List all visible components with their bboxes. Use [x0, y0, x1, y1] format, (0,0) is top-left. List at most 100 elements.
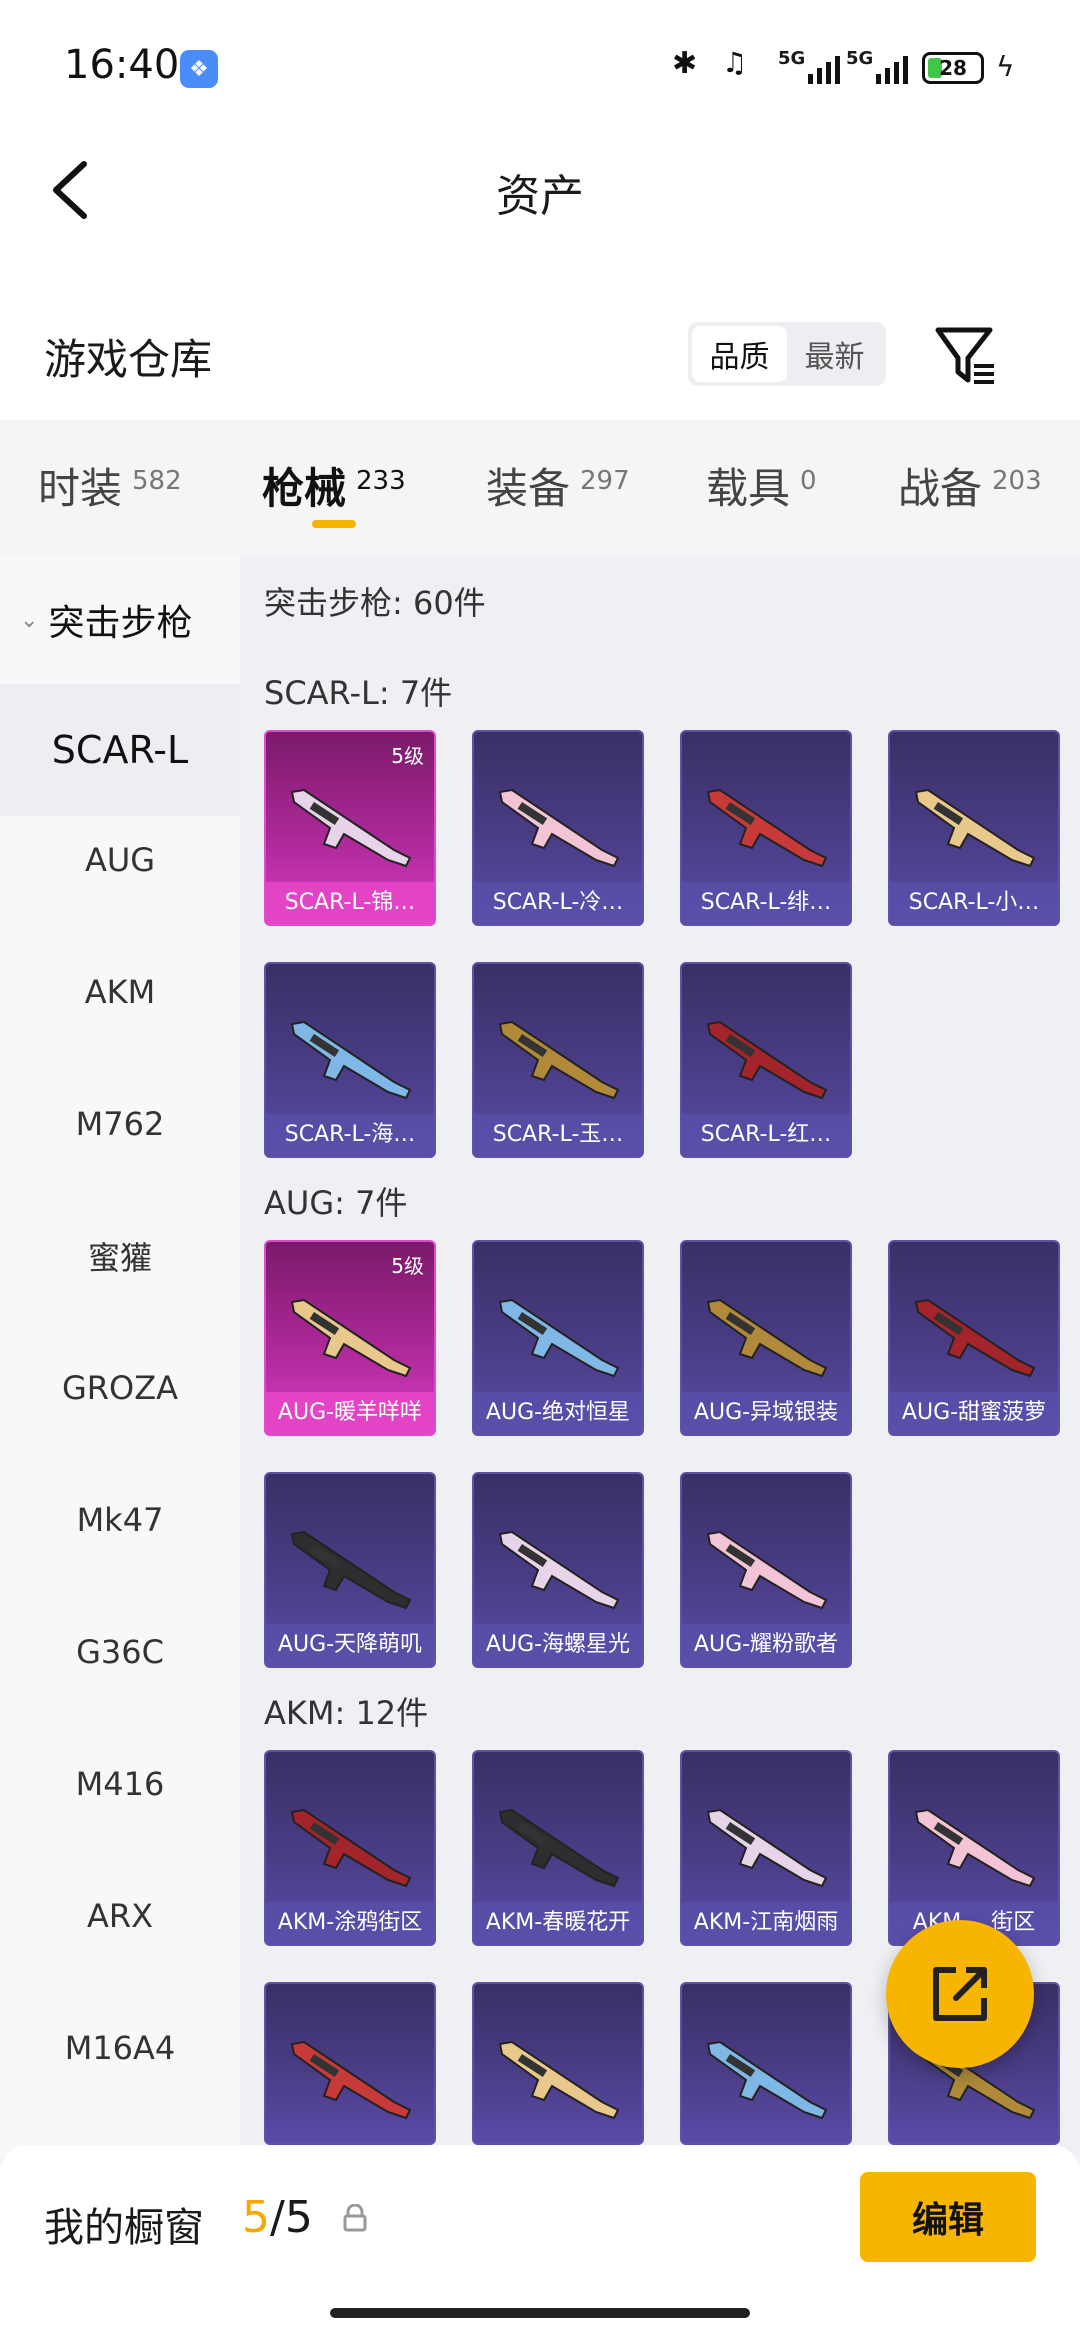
sidebar-item-weapon[interactable]: 蜜獾: [0, 1212, 240, 1300]
weapon-skin-card[interactable]: [472, 1982, 644, 2145]
skin-name: AKM-春暖花开: [474, 1902, 642, 1944]
tab-fashion[interactable]: 时装 582: [38, 455, 182, 516]
skin-name: AUG-甜蜜菠萝: [890, 1392, 1058, 1434]
section-title: AKM: 12件: [264, 1694, 429, 1732]
showcase-current: 5: [242, 2192, 270, 2243]
sidebar-category-label: 突击步枪: [48, 603, 193, 644]
skin-name: AKM-涂鸦街区: [266, 1902, 434, 1944]
weapon-skin-card[interactable]: SCAR-L-红…: [680, 962, 852, 1158]
skin-level-badge: 5级: [391, 744, 424, 768]
weapon-skin-card[interactable]: AKM-江南烟雨: [680, 1750, 852, 1946]
sidebar-item-weapon[interactable]: AKM: [0, 948, 240, 1036]
showcase-max: 5: [284, 2192, 313, 2243]
weapon-skin-card[interactable]: SCAR-L-冷…: [472, 730, 644, 926]
active-tab-indicator: [312, 520, 356, 528]
rifle-icon: [914, 1298, 1036, 1378]
weapon-skin-card[interactable]: SCAR-L-绯…: [680, 730, 852, 926]
filter-button[interactable]: [930, 320, 1002, 392]
weapon-skin-card[interactable]: 5级 SCAR-L-锦…: [264, 730, 436, 926]
section-title: AUG: 7件: [264, 1184, 408, 1222]
skin-name: AUG-暖羊咩咩: [266, 1392, 434, 1434]
skin-name: SCAR-L-红…: [682, 1114, 850, 1156]
sidebar-item-weapon[interactable]: M16A4: [0, 2004, 240, 2092]
lock-icon: [342, 2203, 368, 2232]
skin-level-badge: 5级: [391, 1254, 424, 1278]
skin-name: SCAR-L-海…: [266, 1114, 434, 1156]
sidebar-item-weapon[interactable]: AUG: [0, 816, 240, 904]
weapon-skin-card[interactable]: AKM-春暖花开: [472, 1750, 644, 1946]
weapon-skin-card[interactable]: AUG-绝对恒星: [472, 1240, 644, 1436]
weapon-skin-card[interactable]: AUG-甜蜜菠萝: [888, 1240, 1060, 1436]
sort-latest-button[interactable]: 最新: [787, 326, 882, 382]
skin-name: SCAR-L-玉…: [474, 1114, 642, 1156]
showcase-label: 我的橱窗: [44, 2205, 204, 2251]
weapon-skin-card[interactable]: AUG-异域银装: [680, 1240, 852, 1436]
weapon-skin-card[interactable]: AKM-…街区: [888, 1750, 1060, 1946]
tab-vehicles[interactable]: 载具 0: [706, 455, 817, 516]
share-fab-button[interactable]: [886, 1920, 1034, 2068]
signal-bars-icon-2: [876, 56, 910, 84]
edit-button[interactable]: 编辑: [860, 2172, 1036, 2262]
battery-level: 28: [939, 56, 967, 80]
tab-weapons[interactable]: 枪械 233: [262, 455, 406, 516]
tab-count: 297: [580, 466, 630, 496]
skin-name: AUG-天降萌叽: [266, 1624, 434, 1666]
rifle-icon: [706, 1530, 828, 1610]
weapon-skin-card[interactable]: SCAR-L-小…: [888, 730, 1060, 926]
app-notification-icon: ❖: [180, 50, 218, 88]
showcase-count: 5/5: [242, 2192, 313, 2243]
skin-name: AUG-海螺星光: [474, 1624, 642, 1666]
sidebar-item-weapon[interactable]: M416: [0, 1740, 240, 1828]
tab-equipment[interactable]: 装备 297: [486, 455, 630, 516]
skin-name: SCAR-L-绯…: [682, 882, 850, 924]
section-title: SCAR-L: 7件: [264, 674, 453, 712]
weapon-skin-card[interactable]: SCAR-L-海…: [264, 962, 436, 1158]
sidebar-item-weapon[interactable]: G36C: [0, 1608, 240, 1696]
rifle-icon: [706, 1808, 828, 1888]
weapon-skin-card[interactable]: [680, 1982, 852, 2145]
headphones-icon: ♫: [722, 46, 748, 79]
sort-quality-button[interactable]: 品质: [692, 326, 787, 382]
showcase-separator: /: [270, 2192, 285, 2243]
weapon-skin-card[interactable]: AKM-涂鸦街区: [264, 1750, 436, 1946]
rifle-icon: [498, 788, 620, 868]
rifle-icon: [290, 1530, 412, 1610]
page-title: 资产: [496, 171, 584, 222]
skin-name: AUG-绝对恒星: [474, 1392, 642, 1434]
sidebar-item-weapon[interactable]: SCAR-L: [0, 684, 240, 816]
weapon-skin-card[interactable]: AUG-海螺星光: [472, 1472, 644, 1668]
weapon-skin-card[interactable]: [264, 1982, 436, 2145]
skin-name: SCAR-L-冷…: [474, 882, 642, 924]
rifle-icon: [914, 788, 1036, 868]
chevron-down-icon: ⌄: [20, 607, 39, 633]
rifle-icon: [290, 1808, 412, 1888]
weapon-skin-card[interactable]: AUG-耀粉歌者: [680, 1472, 852, 1668]
charging-icon: ϟ: [996, 50, 1015, 83]
sidebar-item-weapon[interactable]: ARX: [0, 1872, 240, 1960]
weapon-skin-card[interactable]: 5级 AUG-暖羊咩咩: [264, 1240, 436, 1436]
sidebar-item-weapon[interactable]: GROZA: [0, 1344, 240, 1432]
bluetooth-icon: ✱: [672, 46, 698, 81]
tab-supplies[interactable]: 战备 203: [898, 455, 1042, 516]
rifle-icon: [290, 1298, 412, 1378]
signal-5g-label: 5G: [778, 48, 806, 69]
warehouse-title: 游戏仓库: [44, 335, 213, 384]
tab-label: 时装: [38, 464, 123, 513]
weapon-skin-card[interactable]: SCAR-L-玉…: [472, 962, 644, 1158]
sidebar-item-weapon[interactable]: Mk47: [0, 1476, 240, 1564]
sidebar-item-weapon[interactable]: M762: [0, 1080, 240, 1168]
sidebar-category-header[interactable]: ⌄ 突击步枪: [0, 580, 240, 660]
signal-5g-label-2: 5G: [846, 48, 874, 69]
rifle-icon: [498, 1530, 620, 1610]
tab-label: 战备: [898, 464, 983, 513]
filter-icon: [935, 327, 994, 384]
rifle-icon: [290, 788, 412, 868]
rifle-icon: [498, 1298, 620, 1378]
rifle-icon: [498, 1808, 620, 1888]
tab-count: 203: [992, 466, 1042, 496]
rifle-icon: [498, 1020, 620, 1100]
rifle-icon: [706, 1298, 828, 1378]
rifle-icon: [290, 2040, 412, 2120]
weapon-skin-card[interactable]: AUG-天降萌叽: [264, 1472, 436, 1668]
tab-label: 载具: [706, 464, 791, 513]
